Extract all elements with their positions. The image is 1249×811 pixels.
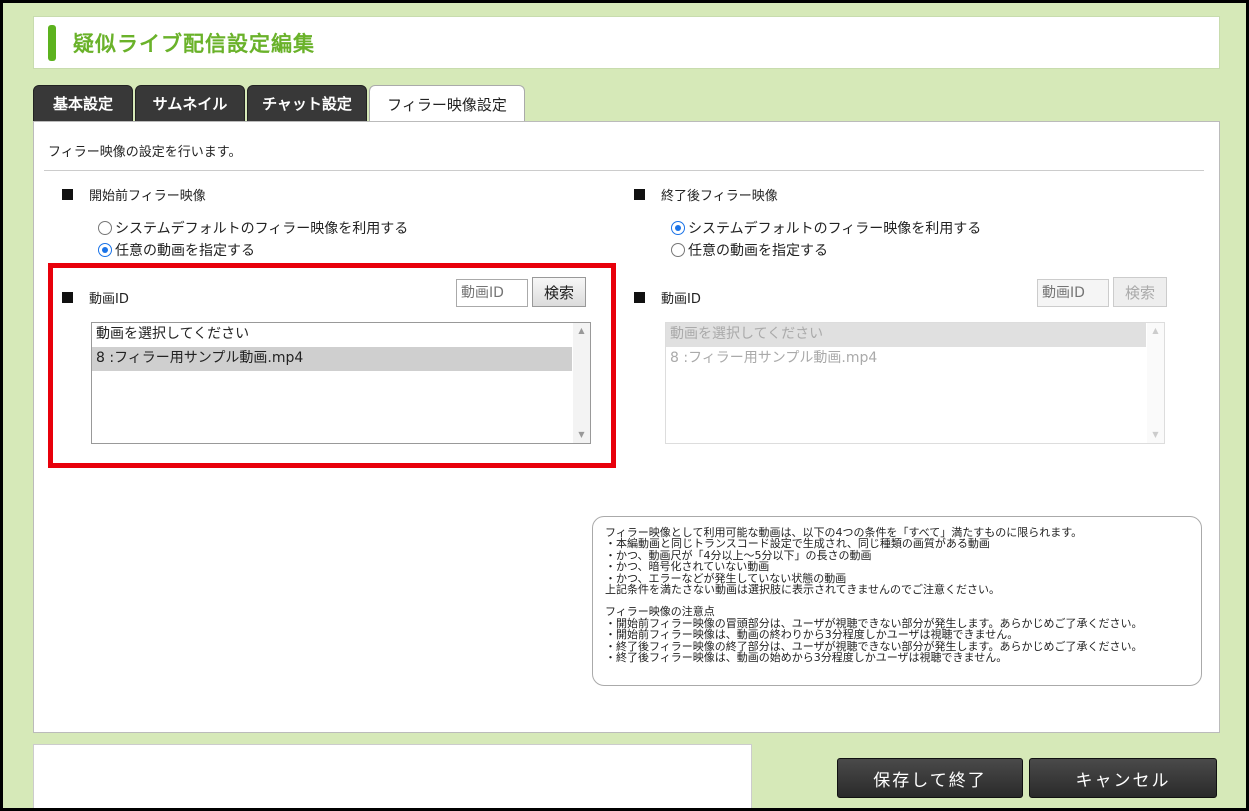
before-radio-default[interactable]: システムデフォルトのフィラー映像を利用する (98, 218, 408, 238)
tab-filler-video-settings[interactable]: フィラー映像設定 (369, 85, 525, 123)
after-video-listbox[interactable]: 動画を選択してください 8 :フィラー用サンプル動画.mp4 ▲ ▼ (665, 322, 1165, 444)
page-title: 疑似ライブ配信設定編集 (73, 32, 315, 56)
save-and-exit-button[interactable]: 保存して終了 (837, 758, 1023, 798)
divider (44, 170, 1204, 171)
before-video-id-label: 動画ID (62, 288, 129, 307)
app-frame: 疑似ライブ配信設定編集 基本設定 サムネイル チャット設定 フィラー映像設定 フ… (3, 3, 1246, 808)
before-search-button[interactable]: 検索 (532, 277, 586, 307)
radio-unchecked-icon[interactable] (98, 221, 112, 235)
tab-chat-settings[interactable]: チャット設定 (247, 85, 367, 122)
radio-checked-icon[interactable] (98, 243, 112, 257)
after-filler-section-title: 終了後フィラー映像 (634, 185, 778, 204)
before-radio-custom[interactable]: 任意の動画を指定する (98, 240, 255, 260)
before-filler-section-title: 開始前フィラー映像 (62, 185, 206, 204)
scroll-up-icon[interactable]: ▲ (1147, 323, 1164, 339)
list-item-selected[interactable]: 8 :フィラー用サンプル動画.mp4 (92, 347, 572, 371)
header-accent-bar (48, 25, 56, 61)
scroll-down-icon[interactable]: ▼ (573, 427, 590, 443)
radio-unchecked-icon[interactable] (671, 243, 685, 257)
after-radio-custom[interactable]: 任意の動画を指定する (671, 240, 828, 260)
scrollbar[interactable]: ▲ ▼ (573, 323, 590, 443)
filler-settings-panel: フィラー映像の設定を行います。 開始前フィラー映像 システムデフォルトのフィラー… (33, 121, 1220, 733)
note-line: ・開始前フィラー映像は、動画の終わりから3分程度しかユーザは視聴できません。 (605, 628, 1019, 642)
before-video-listbox[interactable]: 動画を選択してください 8 :フィラー用サンプル動画.mp4 ▲ ▼ (91, 322, 591, 444)
filler-notes-box: フィラー映像として利用可能な動画は、以下の4つの条件を「すべて」満たすものに限ら… (592, 516, 1202, 686)
cancel-button[interactable]: キャンセル (1029, 758, 1217, 798)
list-item[interactable]: 動画を選択してください (92, 323, 572, 347)
after-video-id-input[interactable] (1037, 279, 1109, 307)
before-video-id-input[interactable] (456, 279, 528, 307)
square-bullet-icon (62, 189, 73, 200)
note-line: 上記条件を満たさない動画は選択肢に表示されてきませんのでご注意ください。 (605, 583, 1001, 597)
radio-checked-icon[interactable] (671, 221, 685, 235)
after-video-id-label: 動画ID (634, 288, 701, 307)
list-item[interactable]: 8 :フィラー用サンプル動画.mp4 (666, 347, 1146, 371)
square-bullet-icon (634, 189, 645, 200)
note-line: ・かつ、暗号化されていない動画 (605, 560, 770, 574)
page-header: 疑似ライブ配信設定編集 (33, 16, 1220, 69)
scroll-down-icon[interactable]: ▼ (1147, 427, 1164, 443)
list-item-selected[interactable]: 動画を選択してください (666, 323, 1146, 347)
scroll-up-icon[interactable]: ▲ (573, 323, 590, 339)
panel-description: フィラー映像の設定を行います。 (48, 145, 242, 160)
tab-basic-settings[interactable]: 基本設定 (33, 85, 133, 122)
after-search-button[interactable]: 検索 (1113, 277, 1167, 307)
after-radio-default[interactable]: システムデフォルトのフィラー映像を利用する (671, 218, 981, 238)
note-line: ・終了後フィラー映像は、動画の始めから3分程度しかユーザは視聴できません。 (605, 651, 1008, 665)
square-bullet-icon (62, 292, 73, 303)
square-bullet-icon (634, 292, 645, 303)
tab-thumbnail[interactable]: サムネイル (135, 85, 245, 122)
scrollbar[interactable]: ▲ ▼ (1147, 323, 1164, 443)
bottom-panel (33, 744, 752, 808)
